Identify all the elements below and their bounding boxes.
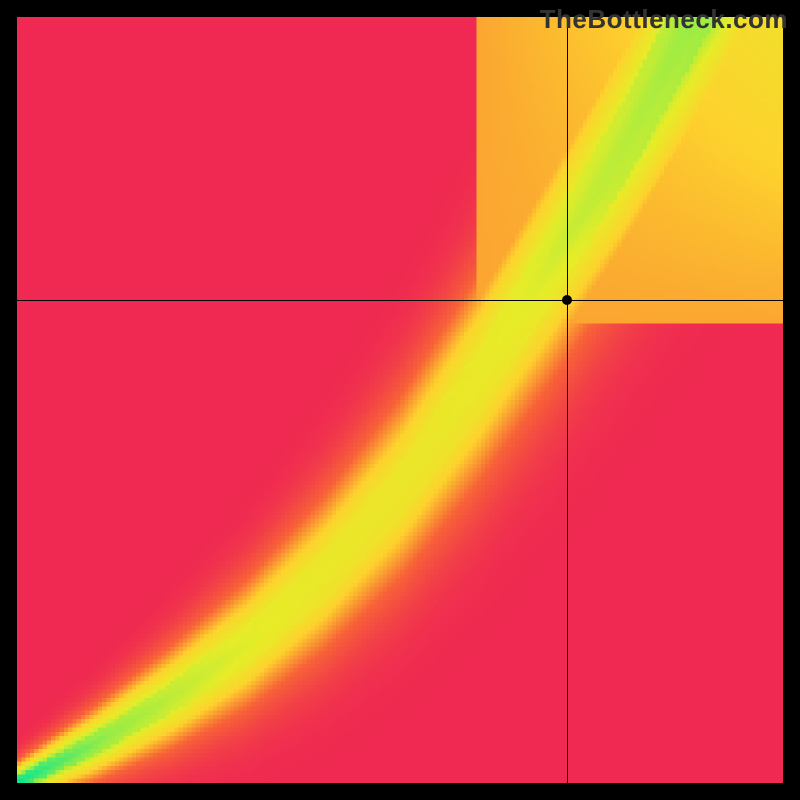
data-marker: [562, 295, 572, 305]
heatmap-plot: [17, 17, 783, 783]
crosshair-horizontal: [17, 300, 783, 301]
crosshair-vertical: [567, 17, 568, 783]
watermark-text: TheBottleneck.com: [540, 4, 788, 35]
heatmap-canvas: [17, 17, 783, 783]
